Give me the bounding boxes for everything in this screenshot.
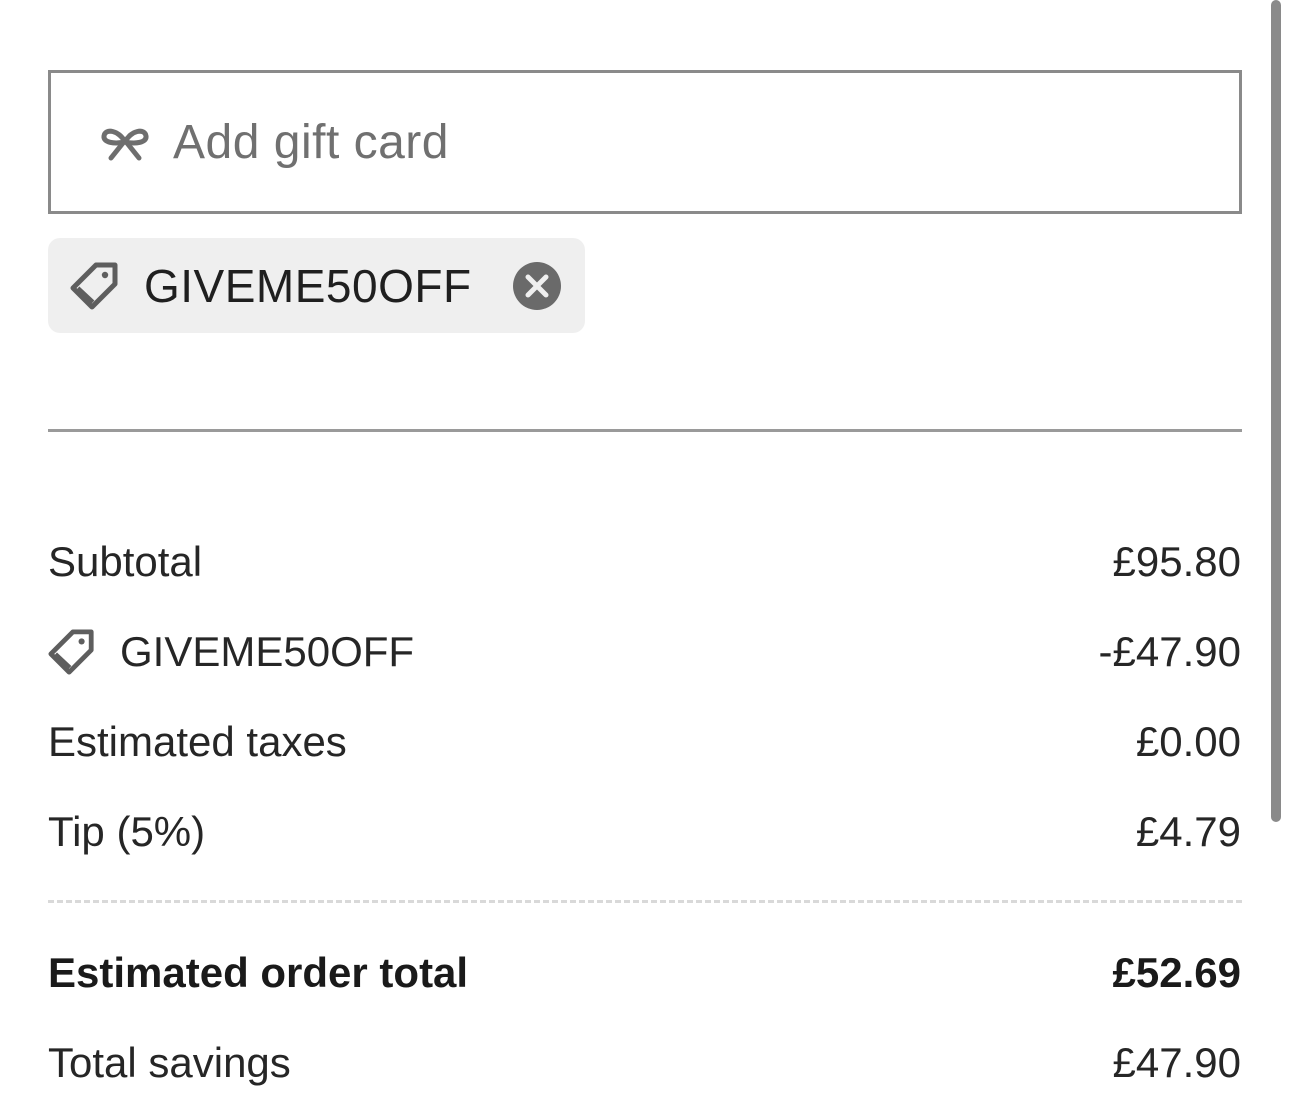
tag-icon	[70, 261, 120, 311]
order-total-row: Estimated order total £52.69	[48, 943, 1241, 1003]
taxes-row: Estimated taxes £0.00	[48, 712, 1241, 772]
tip-label: Tip (5%)	[48, 808, 206, 855]
gift-card-input[interactable]: Add gift card	[48, 70, 1242, 214]
subtotal-value: £95.80	[1112, 538, 1241, 585]
scrollbar[interactable]	[1271, 0, 1281, 822]
dashed-divider	[48, 900, 1242, 903]
order-total-label: Estimated order total	[48, 949, 469, 996]
discount-value: -£47.90	[1098, 628, 1241, 675]
close-circle-icon[interactable]	[512, 261, 562, 311]
savings-row: Total savings £47.90	[48, 1033, 1241, 1093]
subtotal-label: Subtotal	[48, 538, 203, 585]
subtotal-row: Subtotal £95.80	[48, 532, 1241, 592]
tip-row: Tip (5%) £4.79	[48, 802, 1241, 862]
order-total-value: £52.69	[1112, 949, 1241, 996]
discount-row: GIVEME50OFF -£47.90	[48, 622, 1241, 682]
discount-code-label: GIVEME50OFF	[144, 259, 472, 312]
savings-value: £47.90	[1112, 1039, 1241, 1086]
gift-card-placeholder: Add gift card	[173, 115, 449, 169]
section-divider	[48, 429, 1242, 432]
discount-label: GIVEME50OFF	[120, 628, 415, 675]
tag-icon	[48, 628, 96, 676]
order-summary-panel: Add gift card GIVEME50OFF Subtotal £95.8…	[0, 0, 1290, 1112]
gift-bow-icon	[99, 122, 151, 162]
savings-label: Total savings	[48, 1039, 291, 1086]
taxes-label: Estimated taxes	[48, 718, 347, 765]
tip-value: £4.79	[1135, 808, 1241, 855]
applied-discount-chip: GIVEME50OFF	[48, 238, 585, 333]
taxes-value: £0.00	[1135, 718, 1241, 765]
